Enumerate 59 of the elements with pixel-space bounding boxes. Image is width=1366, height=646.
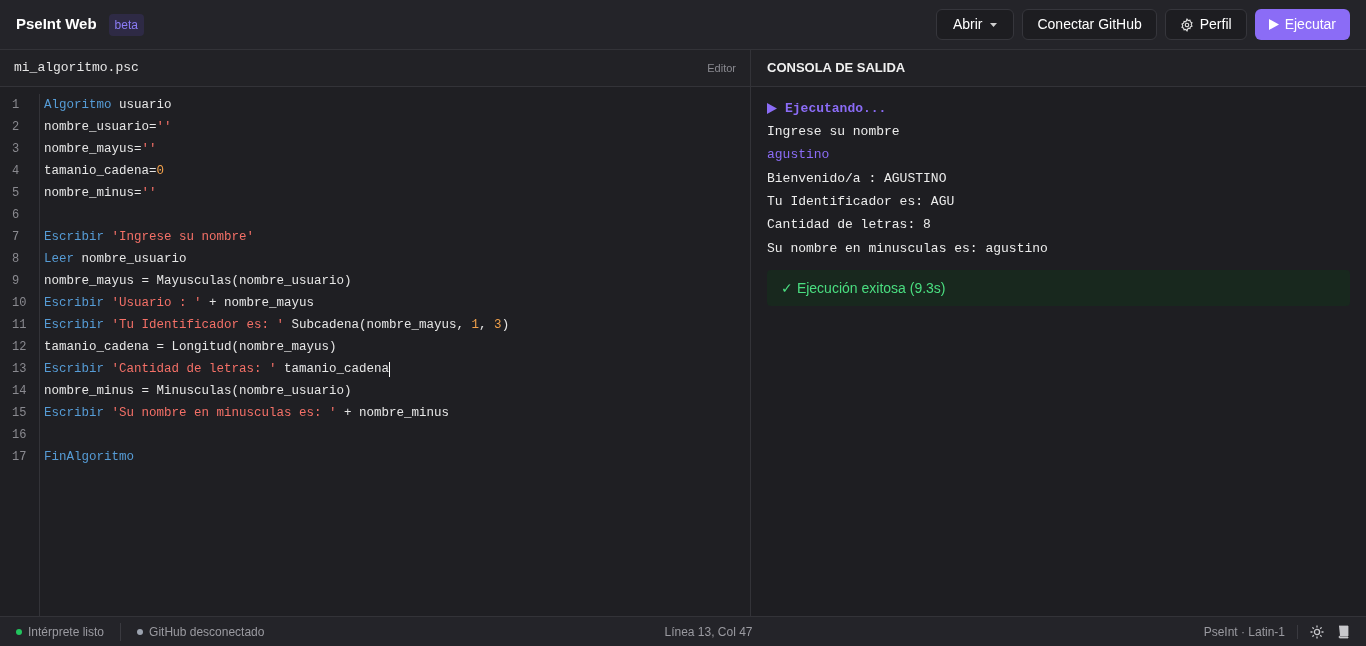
line-number: 5 — [12, 186, 20, 200]
code-line: Algoritmo usuario — [44, 97, 172, 114]
code-line: tamanio_cadena=0 — [44, 163, 165, 180]
play-icon — [767, 103, 777, 115]
sun-icon[interactable] — [1310, 624, 1324, 639]
line-number: 7 — [12, 230, 20, 244]
open-button[interactable]: Abrir — [935, 9, 1015, 40]
settings-icon — [1179, 17, 1194, 32]
console-title: CONSOLA DE SALIDA — [767, 59, 906, 78]
play-icon — [1268, 19, 1279, 30]
line-number: 9 — [12, 274, 20, 288]
app-title: PseInt Web — [16, 14, 97, 35]
file-name: mi_algoritmo.psc — [14, 59, 139, 78]
code-line: nombre_minus='' — [44, 185, 157, 202]
line-number: 13 — [12, 362, 27, 376]
line-number: 1 — [12, 98, 20, 112]
console-input-text: agustino — [767, 146, 830, 165]
line-number: 4 — [12, 164, 20, 178]
editor-label: Editor — [707, 60, 736, 76]
code-line: FinAlgoritmo — [44, 449, 134, 466]
code-line: tamanio_cadena = Longitud(nombre_mayus) — [44, 339, 337, 356]
line-number: 12 — [12, 340, 27, 354]
line-number: 6 — [12, 208, 20, 222]
code-line: nombre_mayus='' — [44, 141, 157, 158]
github-button[interactable]: Conectar GitHub — [1022, 9, 1157, 40]
line-number: 14 — [12, 384, 27, 398]
console-output: Su nombre en minusculas es: agustino — [767, 239, 1048, 258]
console-output: Ingrese su nombre — [767, 123, 900, 142]
caret-icon — [990, 22, 998, 27]
line-number: 11 — [12, 318, 27, 332]
line-number: 16 — [12, 428, 27, 442]
cursor-position: Línea 13, Col 47 — [664, 623, 753, 641]
run-button[interactable]: Ejecutar — [1254, 9, 1350, 40]
code-line: nombre_mayus = Mayusculas(nombre_usuario) — [44, 273, 352, 290]
console-output: Bienvenido/a : AGUSTINO — [767, 169, 947, 188]
line-number: 8 — [12, 252, 20, 266]
line-number: 2 — [12, 120, 20, 134]
line-number: 3 — [12, 142, 20, 156]
code-line: Escribir 'Cantidad de letras: ' tamanio_cadena — [44, 361, 390, 378]
code-line: Escribir 'Ingrese su nombre' — [44, 229, 255, 246]
status-text: GitHub desconectado — [149, 623, 265, 641]
encoding-label: PseInt · Latin-1 — [1203, 623, 1285, 641]
code-line: nombre_minus = Minusculas(nombre_usuario) — [44, 383, 352, 400]
line-number: 15 — [12, 406, 27, 420]
code-line: Escribir 'Usuario : ' + nombre_mayus — [44, 295, 315, 312]
code-line: nombre_usuario='' — [44, 119, 172, 136]
book-icon[interactable] — [1336, 624, 1350, 639]
profile-button[interactable]: Perfil — [1164, 9, 1247, 40]
console-output: Cantidad de letras: 8 — [767, 216, 931, 235]
beta-badge: beta — [108, 13, 144, 36]
console-output: Tu Identificador es: AGU — [767, 193, 955, 212]
success-message: ✓ Ejecución exitosa (9.3s) — [767, 270, 1350, 307]
code-line: Leer nombre_usuario — [44, 251, 187, 268]
code-line: Escribir 'Su nombre en minusculas es: ' + nombre_minus — [44, 405, 450, 422]
line-number: 10 — [12, 296, 27, 310]
line-number: 17 — [12, 450, 27, 464]
status-text: Intérprete listo — [28, 623, 105, 641]
code-line: Escribir 'Tu Identificador es: ' Subcadena(nombre_mayus, 1, 3) — [44, 317, 510, 334]
console-status: Ejecutando... — [785, 99, 887, 118]
